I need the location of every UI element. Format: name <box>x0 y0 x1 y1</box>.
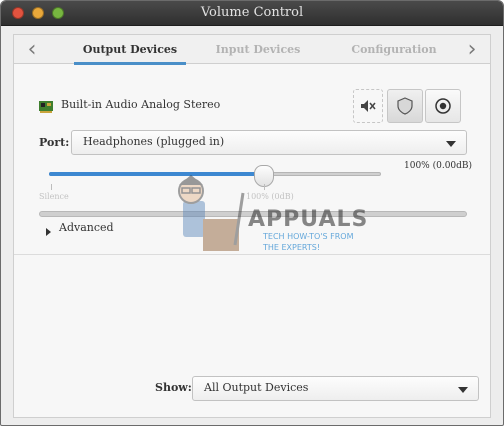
chevron-down-icon <box>446 141 456 147</box>
chevron-down-icon <box>458 387 468 393</box>
volume-readout: 100% (0.00dB) <box>404 161 473 171</box>
port-select[interactable]: Headphones (plugged in) <box>71 130 467 155</box>
port-select-value: Headphones (plugged in) <box>83 135 225 148</box>
speaker-muted-icon <box>361 100 376 112</box>
volume-control-window: Volume Control ‹ Output Devices Input De… <box>0 0 504 426</box>
tab-output-devices[interactable]: Output Devices <box>74 43 186 56</box>
watermark-brand: APPUALS <box>248 207 369 232</box>
chevron-left-icon[interactable]: ‹ <box>22 39 42 61</box>
silence-label: Silence <box>39 192 69 201</box>
device-name: Built-in Audio Analog Stereo <box>61 98 221 111</box>
radio-target-icon <box>435 98 451 114</box>
shield-icon <box>397 97 413 115</box>
watermark-tagline: TECH HOW-TO'S FROM THE EXPERTS! <box>263 232 354 252</box>
title-bar: Volume Control <box>1 1 503 26</box>
expander-arrow-icon <box>46 228 51 236</box>
active-tab-indicator <box>74 62 186 65</box>
chevron-right-icon[interactable]: › <box>462 39 482 61</box>
tab-configuration[interactable]: Configuration <box>334 43 454 56</box>
port-label: Port: <box>39 136 70 149</box>
window-title: Volume Control <box>200 5 304 20</box>
tab-bar: ‹ Output Devices Input Devices Configura… <box>13 34 491 65</box>
mute-button[interactable] <box>353 89 383 123</box>
silence-tick <box>51 184 52 190</box>
tab-input-devices[interactable]: Input Devices <box>202 43 314 56</box>
sound-card-icon <box>39 101 53 113</box>
show-filter-value: All Output Devices <box>204 381 309 394</box>
set-as-fallback-button[interactable] <box>425 89 461 123</box>
show-label: Show: <box>155 381 192 394</box>
advanced-label: Advanced <box>59 221 114 234</box>
lock-channels-button[interactable] <box>387 89 423 123</box>
show-filter-select[interactable]: All Output Devices <box>192 376 479 401</box>
